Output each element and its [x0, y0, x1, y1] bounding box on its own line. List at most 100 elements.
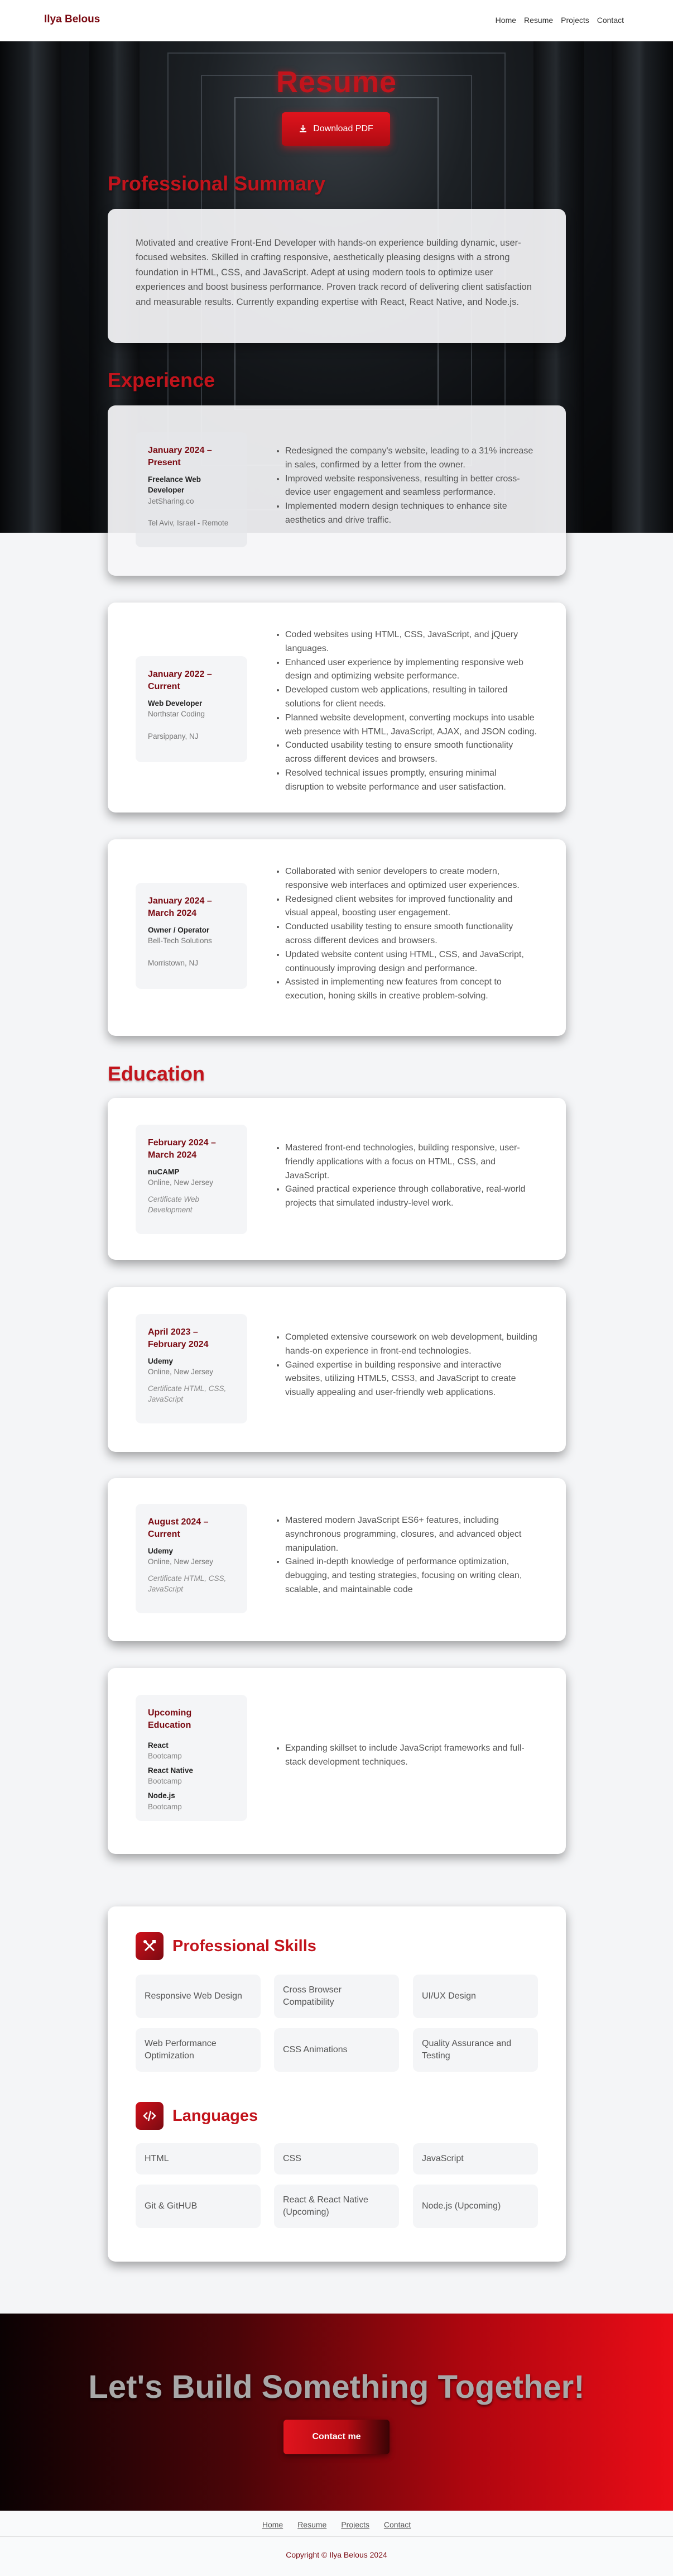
list-item: Planned website development, converting …	[285, 711, 537, 739]
languages-heading: Languages	[172, 2106, 258, 2125]
education-date: February 2024 – March 2024	[148, 1138, 216, 1160]
list-item: Resolved technical issues promptly, ensu…	[285, 767, 537, 795]
brand-logo[interactable]: Ilya Belous	[44, 13, 100, 26]
footer-link-resume[interactable]: Resume	[297, 2520, 326, 2529]
download-icon	[300, 125, 307, 132]
tools-icon	[136, 1932, 164, 1960]
cta-banner: Let's Build Something Together! Contact …	[0, 2314, 673, 2511]
education-school: nuCAMP	[148, 1167, 180, 1176]
footer-links: Home Resume Projects Contact	[0, 2520, 673, 2529]
education-heading: Education	[108, 1062, 205, 1085]
education-card: Upcoming Education React Bootcamp React …	[108, 1668, 566, 1854]
education-meta: August 2024 – Current Udemy Online, New …	[136, 1504, 247, 1613]
language-chip: Node.js (Upcoming)	[413, 2185, 538, 2228]
upcoming-name: Node.js	[148, 1791, 175, 1800]
language-chip: React & React Native (Upcoming)	[274, 2185, 399, 2228]
list-item: Gained in-depth knowledge of performance…	[285, 1555, 537, 1597]
list-item: Updated website content using HTML, CSS,…	[285, 948, 537, 976]
experience-meta: January 2022 – Current Web Developer Nor…	[136, 656, 247, 762]
education-bullets: Mastered front-end technologies, buildin…	[275, 1141, 537, 1211]
summary-card: Motivated and creative Front-End Develop…	[108, 209, 566, 343]
list-item: Completed extensive coursework on web de…	[285, 1331, 537, 1359]
list-item: Mastered front-end technologies, buildin…	[285, 1141, 537, 1183]
skills-header: Professional Skills	[136, 1932, 316, 1960]
experience-bullets: Coded websites using HTML, CSS, JavaScri…	[275, 628, 537, 795]
experience-date: January 2022 – Current	[148, 670, 212, 692]
experience-role: Web Developer	[148, 699, 203, 708]
upcoming-name: React	[148, 1741, 169, 1750]
skill-chip: Responsive Web Design	[136, 1975, 261, 2018]
list-item: Mastered modern JavaScript ES6+ features…	[285, 1514, 537, 1555]
education-meta: February 2024 – March 2024 nuCAMP Online…	[136, 1125, 247, 1234]
experience-meta: January 2024 – Present Freelance Web Dev…	[136, 432, 247, 547]
list-item: Conducted usability testing to ensure sm…	[285, 920, 537, 948]
education-date: August 2024 – Current	[148, 1517, 209, 1540]
experience-card: January 2024 – March 2024 Owner / Operat…	[108, 839, 566, 1036]
education-certificate: Certificate Web Development	[148, 1194, 200, 1215]
contact-me-button[interactable]: Contact me	[283, 2420, 390, 2454]
experience-card: January 2024 – Present Freelance Web Dev…	[108, 405, 566, 576]
skills-heading: Professional Skills	[172, 1937, 316, 1955]
list-item: Assisted in implementing new features fr…	[285, 976, 537, 1003]
list-item: Coded websites using HTML, CSS, JavaScri…	[285, 628, 537, 656]
experience-bullets: Collaborated with senior developers to c…	[275, 865, 537, 1003]
education-card: February 2024 – March 2024 nuCAMP Online…	[108, 1098, 566, 1260]
nav-link-contact[interactable]: Contact	[597, 16, 624, 25]
languages-header: Languages	[136, 2102, 258, 2130]
footer-link-contact[interactable]: Contact	[384, 2520, 411, 2529]
list-item: Conducted usability testing to ensure sm…	[285, 739, 537, 767]
nav-link-resume[interactable]: Resume	[524, 16, 553, 25]
copyright-text: Copyright © Ilya Belous 2024	[286, 2550, 387, 2559]
upcoming-type: Bootcamp	[148, 1777, 182, 1786]
skill-chip: Cross Browser Compatibility	[274, 1975, 399, 2018]
language-chip: JavaScript	[413, 2143, 538, 2174]
footer-divider	[0, 2536, 673, 2537]
experience-heading: Experience	[108, 369, 215, 391]
hero-pillar-left	[0, 41, 61, 533]
skill-chip: UI/UX Design	[413, 1975, 538, 2018]
skills-card: Professional Skills Responsive Web Desig…	[108, 1906, 566, 2262]
list-item: Developed custom web applications, resul…	[285, 684, 537, 711]
list-item: Implemented modern design techniques to …	[285, 500, 537, 528]
footer-link-home[interactable]: Home	[262, 2520, 283, 2529]
education-meta: April 2023 – February 2024 Udemy Online,…	[136, 1314, 247, 1423]
download-pdf-button[interactable]: Download PDF	[282, 112, 390, 146]
experience-meta: January 2024 – March 2024 Owner / Operat…	[136, 883, 247, 989]
education-bullets: Completed extensive coursework on web de…	[275, 1331, 537, 1400]
cta-title: Let's Build Something Together!	[88, 2369, 585, 2405]
education-school: Udemy	[148, 1356, 174, 1365]
list-item: Collaborated with senior developers to c…	[285, 865, 537, 893]
nav-link-projects[interactable]: Projects	[561, 16, 589, 25]
skill-chip: Quality Assurance and Testing	[413, 2028, 538, 2072]
list-item: Gained expertise in building responsive …	[285, 1359, 537, 1400]
nav-link-home[interactable]: Home	[496, 16, 516, 25]
experience-date: January 2024 – Present	[148, 446, 212, 468]
list-item: Enhanced user experience by implementing…	[285, 656, 537, 684]
list-item: Expanding skillset to include JavaScript…	[285, 1742, 537, 1770]
upcoming-type: Bootcamp	[148, 1802, 182, 1811]
page-title: Resume	[276, 65, 397, 99]
language-chip: CSS	[274, 2143, 399, 2174]
education-date: April 2023 – February 2024	[148, 1327, 209, 1350]
education-certificate: Certificate HTML, CSS, JavaScript	[148, 1574, 227, 1594]
experience-org: JetSharing.co	[148, 496, 194, 505]
education-location: Online, New Jersey	[148, 1368, 214, 1377]
list-item: Gained practical experience through coll…	[285, 1183, 537, 1211]
experience-date: January 2024 – March 2024	[148, 896, 212, 919]
experience-location: Parsippany, NJ	[148, 732, 199, 740]
experience-org: Northstar Coding	[148, 710, 205, 719]
skill-chip: CSS Animations	[274, 2028, 399, 2072]
list-item: Improved website responsiveness, resulti…	[285, 472, 537, 500]
list-item: Redesigned client websites for improved …	[285, 893, 537, 921]
education-date: Upcoming Education	[148, 1708, 192, 1731]
education-certificate: Certificate HTML, CSS, JavaScript	[148, 1384, 227, 1404]
education-location: Online, New Jersey	[148, 1557, 214, 1566]
education-meta: Upcoming Education React Bootcamp React …	[136, 1695, 247, 1821]
language-chip: HTML	[136, 2143, 261, 2174]
list-item: Redesigned the company's website, leadin…	[285, 445, 537, 472]
experience-bullets: Redesigned the company's website, leadin…	[275, 445, 537, 528]
experience-role: Freelance Web Developer	[148, 475, 201, 495]
experience-org: Bell-Tech Solutions	[148, 936, 212, 945]
footer-link-projects[interactable]: Projects	[341, 2520, 369, 2529]
summary-text: Motivated and creative Front-End Develop…	[136, 238, 532, 307]
